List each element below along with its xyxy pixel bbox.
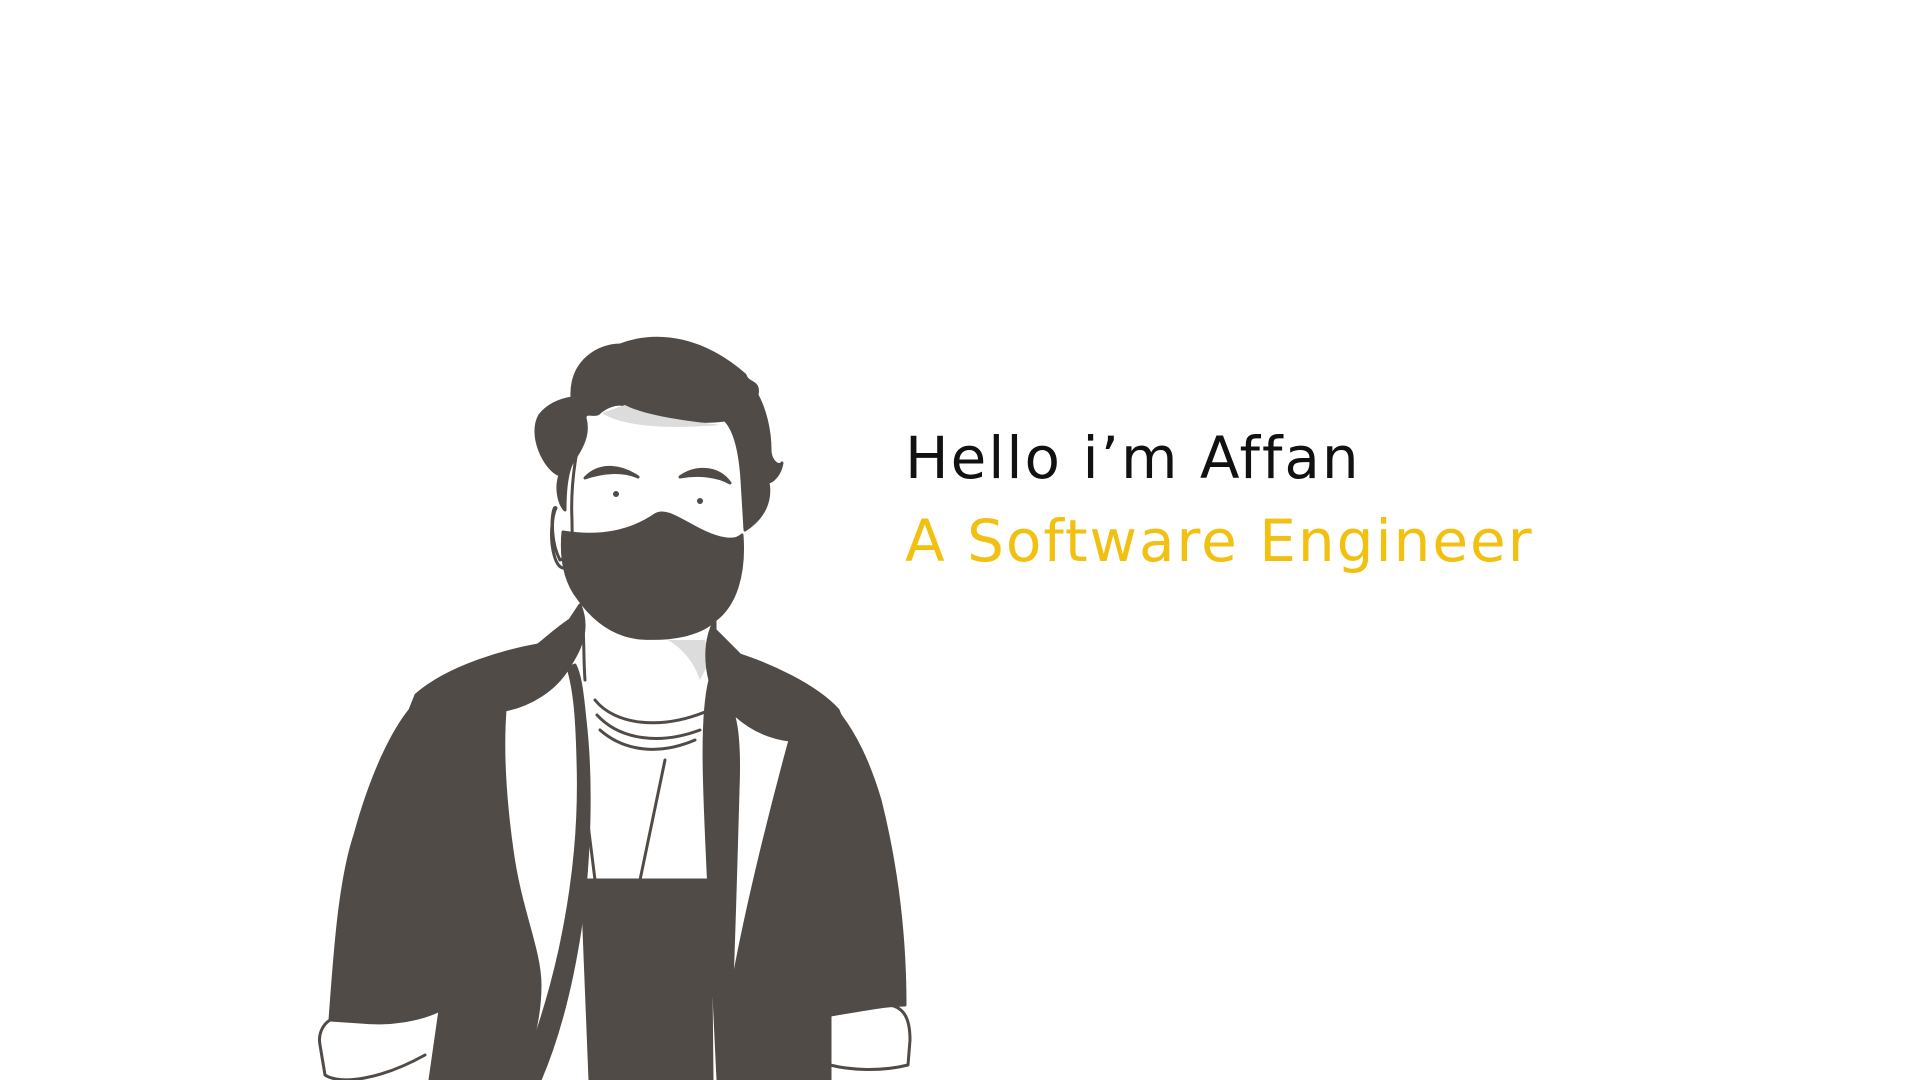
right-eyebrow	[678, 468, 732, 485]
left-eyebrow	[583, 465, 640, 480]
hero-text: Hello i’m Affan A Software Engineer	[905, 418, 1534, 584]
man-with-beard-illustration	[318, 336, 912, 1080]
left-cuff	[318, 1018, 427, 1080]
neck-shadow	[668, 640, 710, 680]
role-subheading: A Software Engineer	[905, 507, 1534, 575]
left-eye	[613, 491, 619, 497]
shirt-center	[580, 878, 714, 1080]
landing-page: Hello i’m Affan A Software Engineer	[0, 0, 1920, 1080]
right-eye	[697, 498, 703, 504]
shirt-collar	[593, 698, 707, 751]
greeting-heading: Hello i’m Affan	[905, 424, 1361, 492]
shirt-inner	[578, 758, 667, 882]
right-cuff	[828, 1003, 912, 1072]
